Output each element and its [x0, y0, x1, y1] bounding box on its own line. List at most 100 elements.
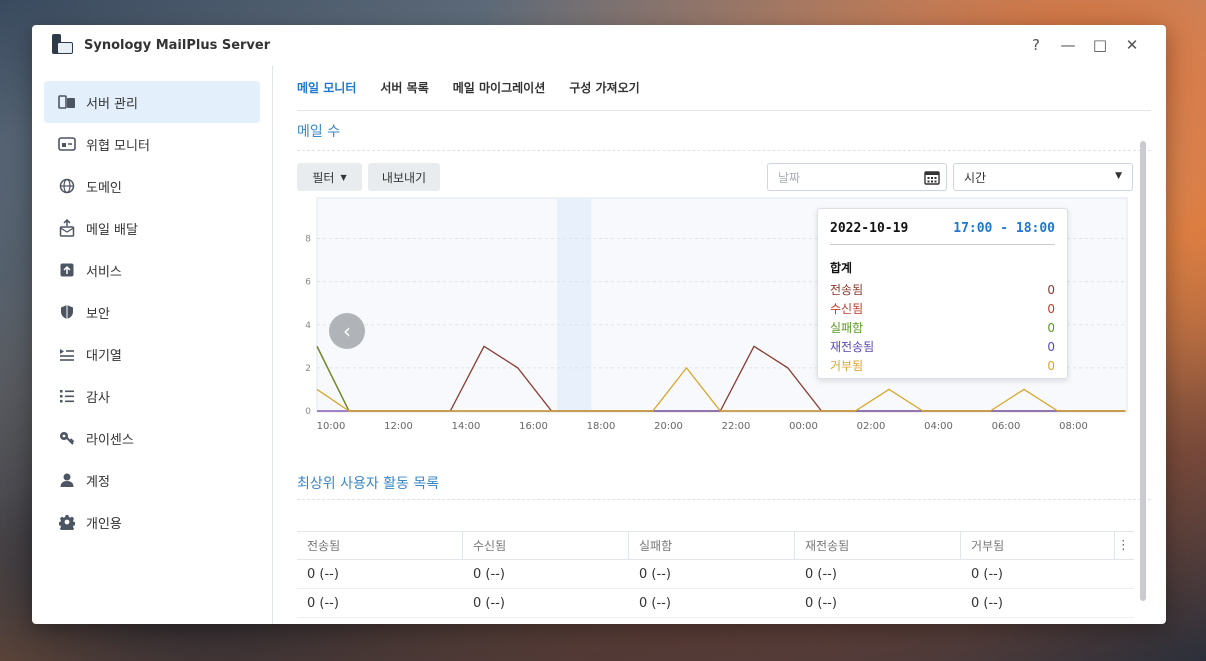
filter-button[interactable]: 필터 ▼: [297, 163, 362, 191]
app-window: Synology MailPlus Server ? — □ ✕ 서버 관리 위…: [32, 25, 1166, 624]
export-button[interactable]: 내보내기: [368, 163, 440, 191]
close-button[interactable]: ✕: [1116, 36, 1148, 54]
sidebar-item-label: 메일 배달: [86, 222, 138, 238]
tooltip-row-value: 0: [1047, 301, 1055, 316]
time-select[interactable]: 시간 ▼: [953, 163, 1133, 191]
sidebar-item-label: 개인용: [86, 516, 122, 532]
more-options-icon[interactable]: ⋮: [1115, 532, 1132, 559]
table-cell: 0 (--): [307, 566, 339, 582]
x-tick-label: 02:00: [857, 421, 886, 432]
tooltip-row: 재전송됨 0: [830, 337, 1055, 356]
column-header[interactable]: 실패함: [629, 532, 795, 559]
table-header: 전송됨 수신됨 실패함 재전송됨 거부됨 ⋮: [297, 531, 1134, 560]
sidebar-item-account[interactable]: 계정: [44, 459, 260, 501]
column-header[interactable]: 수신됨: [463, 532, 629, 559]
maximize-button[interactable]: □: [1084, 36, 1116, 54]
sidebar-item-label: 라이센스: [86, 432, 134, 448]
table-cell: 0 (--): [297, 618, 463, 624]
mail-count-heading: 메일 수: [297, 111, 1151, 151]
tooltip-row-label: 전송됨: [830, 283, 864, 297]
sidebar-item-label: 위협 모니터: [86, 138, 150, 154]
chart-prev-button[interactable]: ‹: [329, 313, 365, 349]
date-placeholder: 날짜: [778, 170, 801, 185]
tab-bar: 메일 모니터 서버 목록 메일 마이그레이션 구성 가져오기: [297, 65, 1151, 111]
globe-icon: [58, 177, 76, 195]
sidebar-item-label: 계정: [86, 474, 110, 490]
date-field[interactable]: 날짜: [767, 163, 947, 191]
tooltip-row-value: 0: [1047, 320, 1055, 335]
x-tick-label: 06:00: [992, 421, 1021, 432]
gear-icon: [58, 513, 76, 531]
tab-mail-migration[interactable]: 메일 마이그레이션: [453, 79, 546, 96]
shield-icon: [58, 303, 76, 321]
tooltip-row: 실패함 0: [830, 318, 1055, 337]
column-header[interactable]: 재전송됨: [795, 532, 961, 559]
sidebar-item-label: 도메인: [86, 180, 122, 196]
title-bar: Synology MailPlus Server ? — □ ✕: [32, 25, 1166, 65]
tooltip-row-label: 재전송됨: [830, 340, 875, 354]
sidebar-item-label: 서비스: [86, 264, 122, 280]
audit-icon: [58, 387, 76, 405]
sidebar-item-license[interactable]: 라이센스: [44, 417, 260, 459]
table-cell: 0 (--): [629, 618, 795, 624]
x-tick-label: 12:00: [384, 421, 413, 432]
sidebar-item-server-management[interactable]: 서버 관리: [44, 81, 260, 123]
mail-delivery-icon: [58, 219, 76, 237]
table-cell: 0 (--): [795, 618, 961, 624]
sidebar-item-service[interactable]: 서비스: [44, 249, 260, 291]
y-tick-label: 2: [305, 364, 311, 374]
chart-tooltip: 2022-10-19 17:00 - 18:00 합계 전송됨 0 수신됨 0 실패함 0…: [817, 208, 1068, 379]
sidebar-item-personal[interactable]: 개인용: [44, 501, 260, 543]
table-row[interactable]: 0 (--)0 (--)0 (--)0 (--)0 (--): [297, 589, 1134, 618]
sidebar-item-label: 서버 관리: [86, 96, 138, 112]
mailplus-app-icon: [50, 33, 74, 57]
top-users-table: 전송됨 수신됨 실패함 재전송됨 거부됨 ⋮ 0 (--) 0 (--) 0 (--…: [297, 531, 1134, 624]
sidebar-item-security[interactable]: 보안: [44, 291, 260, 333]
x-tick-label: 08:00: [1059, 421, 1088, 432]
column-header[interactable]: 전송됨: [297, 532, 463, 559]
sidebar-item-threat-monitor[interactable]: 위협 모니터: [44, 123, 260, 165]
user-icon: [58, 471, 76, 489]
sidebar-item-mail-delivery[interactable]: 메일 배달: [44, 207, 260, 249]
x-tick-label: 00:00: [789, 421, 818, 432]
x-tick-label: 22:00: [722, 421, 751, 432]
server-icon: [58, 93, 76, 111]
x-tick-label: 18:00: [587, 421, 616, 432]
tooltip-time: 17:00 - 18:00: [953, 221, 1055, 236]
tab-import-config[interactable]: 구성 가져오기: [569, 79, 639, 96]
export-label: 내보내기: [381, 170, 427, 185]
tab-mail-monitor[interactable]: 메일 모니터: [297, 79, 356, 96]
y-tick-label: 8: [305, 235, 311, 245]
chevron-down-icon: ▼: [1115, 171, 1122, 181]
tooltip-row-label: 수신됨: [830, 302, 864, 316]
chevron-left-icon: ‹: [343, 319, 351, 343]
sidebar-item-domain[interactable]: 도메인: [44, 165, 260, 207]
tooltip-row-value: 0: [1047, 358, 1055, 373]
scrollbar[interactable]: [1140, 141, 1146, 601]
sidebar-item-label: 보안: [86, 306, 110, 322]
table-row[interactable]: 0 (--)0 (--)0 (--)0 (--)0 (--): [297, 560, 1134, 589]
table-row[interactable]: 0 (--)0 (--)0 (--)0 (--)0 (--): [297, 618, 1134, 624]
tab-server-list[interactable]: 서버 목록: [380, 79, 428, 96]
help-button[interactable]: ?: [1020, 36, 1052, 54]
sidebar-item-label: 감사: [86, 390, 110, 406]
table-cell: 0 (--): [971, 566, 1003, 582]
x-tick-label: 16:00: [519, 421, 548, 432]
tooltip-total-label: 합계: [830, 261, 853, 275]
x-tick-label: 10:00: [317, 421, 346, 432]
minimize-button[interactable]: —: [1052, 36, 1084, 54]
sidebar-item-queue[interactable]: 대기열: [44, 333, 260, 375]
column-header[interactable]: 거부됨: [961, 532, 1115, 559]
tooltip-row-value: 0: [1047, 339, 1055, 354]
tooltip-row-label: 거부됨: [830, 359, 864, 373]
hover-highlight-band: [557, 198, 592, 412]
tooltip-row-label: 실패함: [830, 321, 864, 335]
tooltip-row: 수신됨 0: [830, 299, 1055, 318]
calendar-icon[interactable]: [924, 170, 940, 188]
table-cell: 0 (--): [473, 566, 505, 582]
table-cell: 0 (--): [307, 595, 339, 611]
table-cell: 0 (--): [639, 595, 671, 611]
sidebar-item-audit[interactable]: 감사: [44, 375, 260, 417]
main-content: 메일 모니터 서버 목록 메일 마이그레이션 구성 가져오기 메일 수 필터 ▼…: [273, 65, 1166, 624]
caret-down-icon: ▼: [340, 172, 347, 182]
